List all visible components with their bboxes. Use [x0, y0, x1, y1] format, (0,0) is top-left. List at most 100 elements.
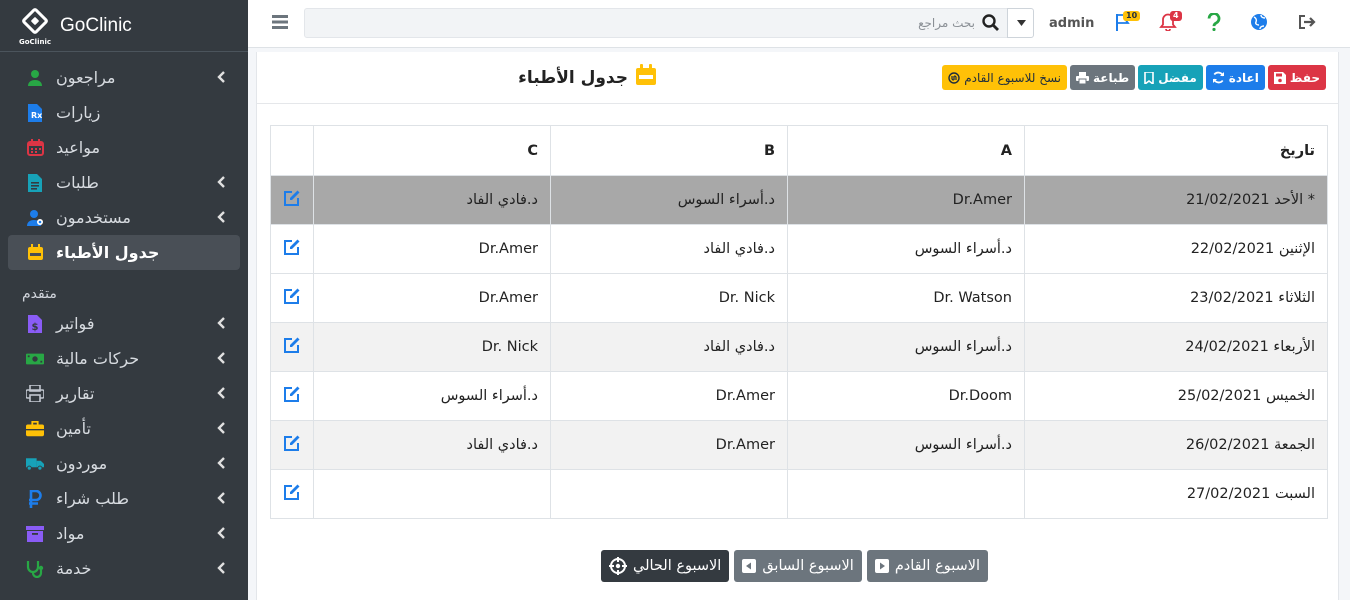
cell-c: Dr. Nick	[313, 322, 551, 372]
previous-week-button[interactable]: الاسبوع السابق	[734, 550, 862, 582]
invoice-icon: $	[26, 314, 44, 333]
ruble-icon	[26, 489, 44, 508]
bell-notifications[interactable]: 4	[1159, 11, 1182, 33]
edit-icon[interactable]	[270, 322, 314, 372]
sidebar-item-appointments[interactable]: مواعيد	[8, 130, 240, 165]
search-dropdown-button[interactable]	[1007, 8, 1034, 38]
search-input[interactable]	[305, 9, 975, 37]
print-icon	[1076, 71, 1089, 84]
sidebar-item-invoices[interactable]: $ فواتير	[8, 306, 240, 341]
sidebar-item-financial[interactable]: حركات مالية	[8, 341, 240, 376]
search-icon[interactable]	[981, 13, 1001, 33]
page-title-text: جدول الأطباء	[518, 67, 628, 88]
cell-date: السبت 27/02/2021	[1024, 469, 1328, 519]
sidebar: GoClinic GoClinic مراجعون Rx زيارات مواع…	[0, 0, 248, 600]
sidebar-item-reports[interactable]: تقارير	[8, 376, 240, 411]
table-row[interactable]: الإثنين 22/02/2021 د.أسراء السوس د.فادي …	[270, 224, 1328, 274]
save-button[interactable]: حفظ	[1267, 65, 1326, 90]
table-row[interactable]: الثلاثاء 23/02/2021 Dr. Watson Dr. Nick …	[270, 273, 1328, 323]
sidebar-item-doctors-schedule[interactable]: جدول الأطباء	[8, 235, 240, 270]
schedule-table: تاريخ A B C * الأحد 21/02/2021 Dr.Amer د…	[270, 125, 1328, 519]
column-header-c: C	[313, 125, 551, 176]
chevron-left-icon	[217, 71, 225, 83]
edit-icon[interactable]	[270, 469, 314, 519]
cell-date: الخميس 25/02/2021	[1024, 371, 1328, 421]
cell-b: د.فادي الفاد	[550, 224, 788, 274]
cell-c: Dr.Amer	[313, 224, 551, 274]
table-row[interactable]: السبت 27/02/2021	[270, 469, 1328, 519]
sign-out-icon	[1299, 15, 1316, 29]
sidebar-item-service[interactable]: خدمة	[8, 551, 240, 586]
brand[interactable]: GoClinic GoClinic	[0, 0, 248, 52]
cell-date: الأربعاء 24/02/2021	[1024, 322, 1328, 372]
sync-icon	[1212, 71, 1224, 84]
column-header-date: تاريخ	[1024, 125, 1328, 176]
next-week-button[interactable]: الاسبوع القادم	[866, 550, 989, 582]
sidebar-item-materials[interactable]: مواد	[8, 516, 240, 551]
edit-icon[interactable]	[270, 371, 314, 421]
sidebar-item-label: حركات مالية	[56, 349, 140, 368]
sidebar-item-insurance[interactable]: تأمين	[8, 411, 240, 446]
chevron-left-icon	[217, 317, 225, 329]
edit-icon[interactable]	[270, 175, 314, 225]
logout-button[interactable]	[1298, 13, 1318, 33]
chevron-left-icon	[217, 387, 225, 399]
sidebar-nav: مراجعون Rx زيارات مواعيد طلبات مستخدمون …	[0, 52, 248, 586]
cell-b: د.أسراء السوس	[550, 175, 788, 225]
sidebar-item-label: تأمين	[56, 419, 91, 438]
toolbar: نسخ للاسبوع القادم طباعة مفضل اعادة حفظ	[942, 65, 1326, 90]
question-icon	[1207, 12, 1221, 32]
chevron-left-icon	[217, 457, 225, 469]
cell-a: Dr. Watson	[787, 273, 1025, 323]
edit-icon[interactable]	[270, 273, 314, 323]
bookmark-icon	[1144, 71, 1154, 84]
brand-name: GoClinic	[60, 14, 132, 36]
sidebar-item-visits[interactable]: Rx زيارات	[8, 95, 240, 130]
calendar-week-icon	[636, 64, 656, 91]
table-row[interactable]: الخميس 25/02/2021 Dr.Doom Dr.Amer د.أسرا…	[270, 371, 1328, 421]
table-row[interactable]: الجمعة 26/02/2021 د.أسراء السوس Dr.Amer …	[270, 420, 1328, 470]
current-week-button[interactable]: الاسبوع الحالي	[601, 550, 730, 582]
reload-button[interactable]: اعادة	[1205, 65, 1265, 90]
cell-date: الإثنين 22/02/2021	[1024, 224, 1328, 274]
cell-a: Dr.Doom	[787, 371, 1025, 421]
sidebar-item-users[interactable]: مستخدمون	[8, 200, 240, 235]
chevron-left-icon	[217, 211, 225, 223]
cell-b: Dr. Nick	[550, 273, 788, 323]
table-row[interactable]: * الأحد 21/02/2021 Dr.Amer د.أسراء السوس…	[270, 175, 1328, 225]
sidebar-item-label: خدمة	[56, 559, 92, 578]
copy-next-week-button[interactable]: نسخ للاسبوع القادم	[942, 65, 1067, 90]
goclinic-logo-icon: GoClinic	[18, 6, 52, 46]
help-button[interactable]	[1206, 12, 1226, 33]
svg-text:Rx: Rx	[31, 111, 42, 120]
edit-icon[interactable]	[270, 224, 314, 274]
menu-toggle-icon[interactable]	[272, 14, 288, 30]
table-row[interactable]: الأربعاء 24/02/2021 د.أسراء السوس د.فادي…	[270, 322, 1328, 372]
print-icon	[26, 385, 44, 403]
cell-a: د.أسراء السوس	[787, 420, 1025, 470]
cell-c	[313, 469, 551, 519]
column-header-b: B	[550, 125, 788, 176]
table-header-row: تاريخ A B C	[270, 125, 1328, 176]
sidebar-item-purchase-request[interactable]: طلب شراء	[8, 481, 240, 516]
sidebar-item-suppliers[interactable]: موردون	[8, 446, 240, 481]
flag-notifications[interactable]: 10	[1114, 11, 1141, 33]
stethoscope-icon	[26, 560, 44, 578]
cell-c: د.فادي الفاد	[313, 175, 551, 225]
user-name[interactable]: admin	[1049, 16, 1094, 31]
cell-a	[787, 469, 1025, 519]
cell-date: * الأحد 21/02/2021	[1024, 175, 1328, 225]
language-button[interactable]	[1250, 13, 1270, 33]
patient-search	[304, 8, 1034, 38]
chevron-left-icon	[217, 527, 225, 539]
cell-b: Dr.Amer	[550, 371, 788, 421]
flag-badge: 10	[1123, 11, 1141, 21]
svg-text:$: $	[32, 322, 39, 333]
print-button[interactable]: طباعة	[1070, 65, 1136, 90]
chevron-left-icon	[217, 492, 225, 504]
edit-icon[interactable]	[270, 420, 314, 470]
cell-b	[550, 469, 788, 519]
favorite-button[interactable]: مفضل	[1138, 65, 1203, 90]
sidebar-item-requests[interactable]: طلبات	[8, 165, 240, 200]
sidebar-item-patients[interactable]: مراجعون	[8, 60, 240, 95]
